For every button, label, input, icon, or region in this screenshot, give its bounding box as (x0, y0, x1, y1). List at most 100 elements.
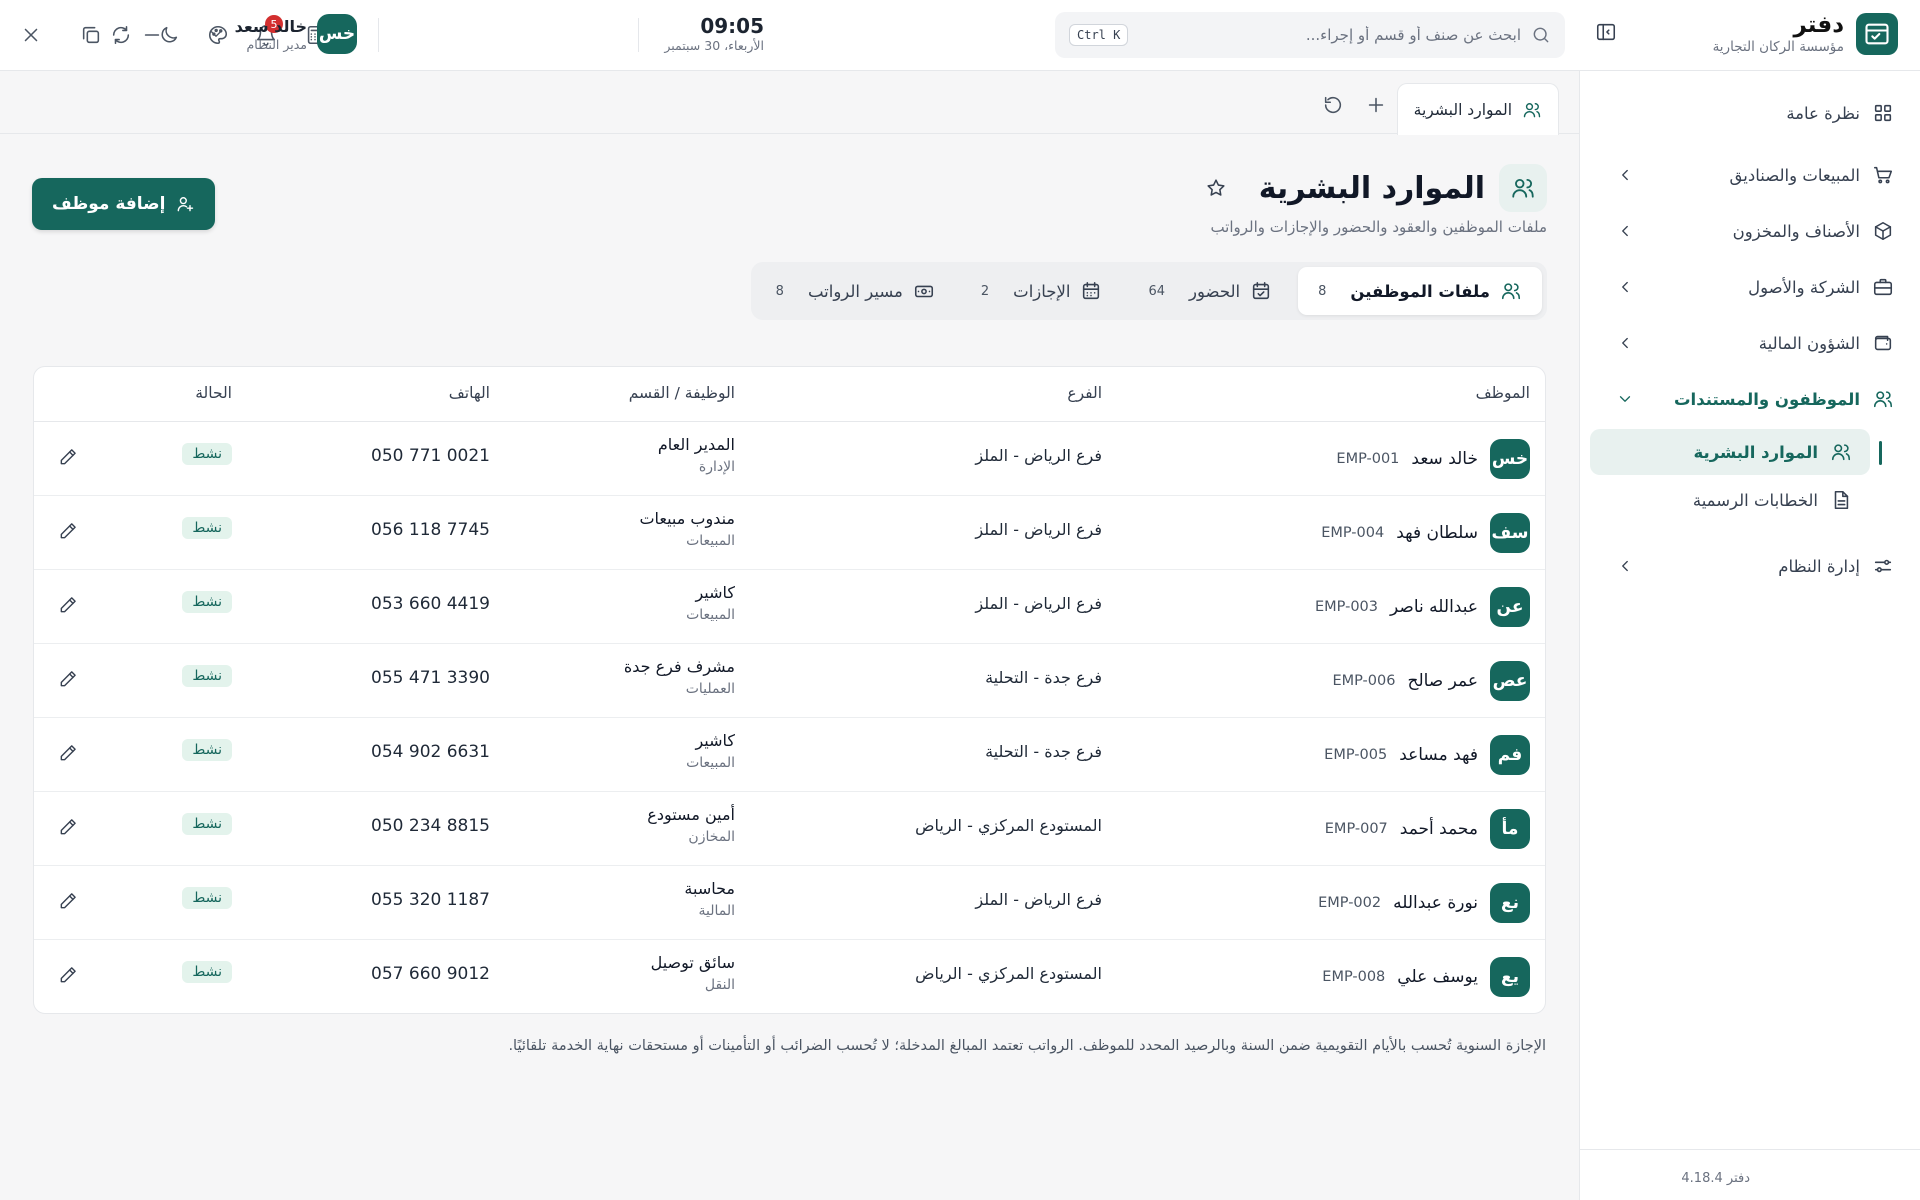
sidebar-subitem-hr[interactable]: الموارد البشرية (1590, 429, 1870, 475)
refresh-icon[interactable] (110, 24, 132, 46)
employee-cell: يع يوسف علي EMP-008 (1322, 957, 1530, 997)
employee-name[interactable]: عمر صالح (1407, 671, 1478, 691)
page-title: الموارد البشرية (1258, 170, 1485, 206)
tab-hr[interactable]: الموارد البشرية (1396, 83, 1559, 135)
employee-name[interactable]: خالد سعد (1411, 449, 1478, 469)
calendar-check-icon (1250, 280, 1272, 302)
edit-icon[interactable] (58, 521, 78, 541)
employee-cell: عن عبدالله ناصر EMP-003 (1315, 587, 1530, 627)
search-shortcut: Ctrl K (1069, 24, 1129, 46)
sidebar-item-finance[interactable]: الشؤون المالية (1616, 323, 1894, 363)
divider (1580, 1149, 1920, 1150)
tab-count: 2 (980, 283, 990, 299)
employee-name[interactable]: سلطان فهد (1396, 523, 1478, 543)
table-row[interactable]: عن عبدالله ناصر EMP-003 فرع الرياض - الم… (34, 570, 1545, 644)
sidebar-item-system[interactable]: إدارة النظام (1616, 546, 1894, 586)
edit-icon[interactable] (58, 595, 78, 615)
job-title: المدير العام (657, 435, 735, 454)
tab-label: ملفات الموظفين (1350, 281, 1490, 301)
tab-count: 8 (775, 283, 784, 299)
sidebar-item-overview[interactable]: نظرة عامة (1616, 93, 1894, 133)
sliders-icon (1872, 555, 1894, 577)
document-icon (1830, 489, 1852, 511)
chevron-down-icon (1616, 390, 1634, 408)
table-row[interactable]: مأ محمد أحمد EMP-007 المستودع المركزي - … (34, 792, 1545, 866)
phone-cell: 050 234 8815 (371, 816, 490, 836)
employee-code: EMP-002 (1318, 895, 1382, 911)
wallet-icon (1872, 332, 1894, 354)
sidebar-item-company[interactable]: الشركة والأصول (1616, 267, 1894, 307)
employee-name[interactable]: فهد مساعد (1399, 745, 1478, 765)
tab-label: الموارد البشرية (1413, 100, 1512, 119)
column-header-status[interactable]: الحالة (195, 384, 232, 402)
employee-name[interactable]: محمد أحمد (1400, 819, 1478, 839)
phone-cell: 053 660 4419 (371, 594, 490, 614)
job-department: العمليات (685, 681, 735, 697)
divider (638, 18, 639, 52)
column-header-branch[interactable]: الفرع (1067, 384, 1102, 402)
users-icon (1500, 280, 1522, 302)
column-header-employee[interactable]: الموظف (1476, 384, 1530, 402)
tab-label: مسير الرواتب (807, 281, 903, 301)
close-icon[interactable] (20, 24, 42, 46)
tab-leaves[interactable]: الإجازات 2 (961, 267, 1123, 315)
column-header-phone[interactable]: الهاتف (449, 384, 490, 402)
app-version: دفتر 4.18.4 (1681, 1171, 1750, 1186)
edit-icon[interactable] (58, 669, 78, 689)
search-input[interactable] (1138, 26, 1521, 44)
employee-avatar: مأ (1490, 809, 1530, 849)
status-badge: نشط (182, 591, 232, 613)
edit-icon[interactable] (58, 891, 78, 911)
employee-code: EMP-001 (1336, 451, 1400, 467)
employee-code: EMP-005 (1324, 747, 1388, 763)
edit-icon[interactable] (58, 743, 78, 763)
edit-icon[interactable] (58, 817, 78, 837)
add-tab-icon[interactable] (1365, 94, 1387, 116)
branch-cell: فرع الرياض - الملز (975, 890, 1102, 909)
employee-name[interactable]: يوسف علي (1397, 967, 1478, 987)
job-department: المبيعات (686, 755, 735, 771)
job-cell: كاشير المبيعات (686, 581, 735, 625)
minimize-icon[interactable] (141, 24, 163, 46)
users-icon (1522, 100, 1542, 120)
page-tab-bar: الموارد البشرية (0, 71, 1579, 135)
cart-icon (1872, 164, 1894, 186)
brand[interactable]: دفتر مؤسسة الركان التجارية (1713, 12, 1898, 56)
sidebar-item-inventory[interactable]: الأصناف والمخزون (1616, 211, 1894, 251)
user-menu[interactable]: خس خالد سعد مدير النظام (207, 14, 357, 54)
restore-window-icon[interactable] (80, 24, 102, 46)
sidebar-item-sales[interactable]: المبيعات والصناديق (1616, 155, 1894, 195)
sidebar-item-label: المبيعات والصناديق (1729, 165, 1860, 185)
tab-count: 64 (1148, 283, 1166, 299)
edit-icon[interactable] (58, 447, 78, 467)
employee-name[interactable]: نورة عبدالله (1393, 893, 1478, 913)
reload-tab-icon[interactable] (1322, 94, 1344, 116)
edit-icon[interactable] (58, 965, 78, 985)
sidebar-subitem-label: الخطابات الرسمية (1692, 490, 1818, 510)
dashboard-icon (1872, 102, 1894, 124)
star-icon[interactable] (1205, 177, 1227, 199)
global-search[interactable]: Ctrl K (1055, 12, 1565, 58)
brand-name: دفتر (1793, 12, 1844, 38)
column-header-job[interactable]: الوظيفة / القسم (629, 384, 735, 402)
table-row[interactable]: نع نورة عبدالله EMP-002 فرع الرياض - الم… (34, 866, 1545, 940)
tab-payroll[interactable]: مسير الرواتب 8 (756, 267, 955, 315)
sidebar-toggle-icon[interactable] (1595, 21, 1617, 43)
employee-name[interactable]: عبدالله ناصر (1390, 597, 1478, 617)
table-row[interactable]: خس خالد سعد EMP-001 فرع الرياض - الملز ا… (34, 422, 1545, 496)
tab-employee-files[interactable]: ملفات الموظفين 8 (1298, 267, 1542, 315)
sidebar-item-employees[interactable]: الموظفون والمستندات (1616, 379, 1894, 419)
table-row[interactable]: يع يوسف علي EMP-008 المستودع المركزي - ا… (34, 940, 1545, 1013)
tab-attendance[interactable]: الحضور 64 (1128, 267, 1292, 315)
add-employee-button[interactable]: إضافة موظف (32, 178, 216, 230)
table-row[interactable]: فم فهد مساعد EMP-005 فرع جدة - التحلية ك… (34, 718, 1545, 792)
phone-cell: 054 902 6631 (371, 742, 490, 762)
job-cell: مشرف فرع جدة العمليات (624, 655, 735, 699)
table-row[interactable]: سف سلطان فهد EMP-004 فرع الرياض - الملز … (34, 496, 1545, 570)
table-row[interactable]: عص عمر صالح EMP-006 فرع جدة - التحلية مش… (34, 644, 1545, 718)
tab-label: الحضور (1189, 281, 1241, 301)
add-employee-label: إضافة موظف (52, 194, 166, 214)
branch-cell: فرع الرياض - الملز (975, 594, 1102, 613)
employee-avatar: عص (1490, 661, 1530, 701)
sidebar-subitem-letters[interactable]: الخطابات الرسمية (1590, 477, 1870, 523)
